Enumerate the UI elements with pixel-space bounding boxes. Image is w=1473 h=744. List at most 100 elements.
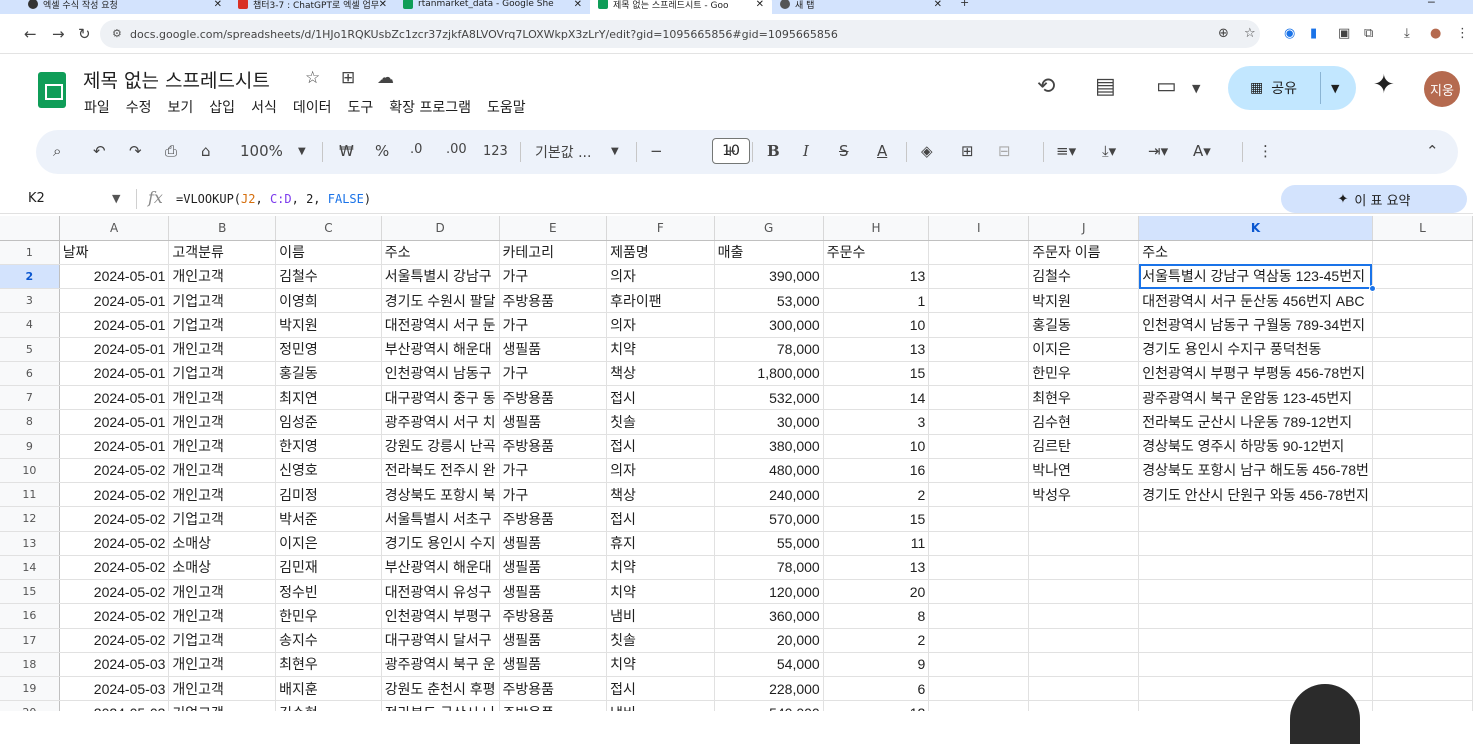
cell-e11[interactable]: 가구 <box>499 482 608 508</box>
browser-tab-2[interactable]: 챕터3-7 : ChatGPT로 엑셀 업무 ✕ <box>230 0 395 14</box>
column-header-f[interactable]: F <box>606 216 715 241</box>
summarize-table-button[interactable]: ✦ 이 표 요약 <box>1281 185 1467 213</box>
cell-b8[interactable]: 개인고객 <box>168 409 277 435</box>
site-info-icon[interactable]: ⚙ <box>112 27 122 40</box>
chevron-down-icon[interactable]: ▼ <box>1331 82 1339 95</box>
decrease-decimal-button[interactable]: .0 <box>410 142 422 157</box>
gemini-icon[interactable]: ✦ <box>1373 70 1395 100</box>
avatar[interactable]: 지웅 <box>1424 71 1460 107</box>
bookmark-star-icon[interactable]: ☆ <box>1244 26 1256 41</box>
doc-title[interactable]: 제목 없는 스프레드시트 <box>83 66 270 93</box>
cell-f16[interactable]: 냄비 <box>606 603 715 629</box>
browser-tab-5[interactable]: 새 탭 ✕ <box>772 0 950 14</box>
cell-j18[interactable] <box>1028 652 1140 678</box>
cell-l10[interactable] <box>1372 458 1473 484</box>
cell-l20[interactable] <box>1372 700 1473 711</box>
fill-handle[interactable] <box>1368 285 1376 292</box>
cell-d7[interactable]: 대구광역시 중구 동 <box>381 385 500 411</box>
row-header[interactable]: 6 <box>0 361 60 387</box>
cell-a6[interactable]: 2024-05-01 <box>59 361 170 387</box>
cell-h11[interactable]: 2 <box>823 482 930 508</box>
menu-view[interactable]: 보기 <box>168 97 194 117</box>
cell-d1[interactable]: 주소 <box>381 240 500 265</box>
strikethrough-icon[interactable]: S <box>839 142 849 160</box>
chevron-down-icon[interactable]: ▼ <box>611 146 619 157</box>
cell-f1[interactable]: 제품명 <box>606 240 715 265</box>
bold-icon[interactable]: B <box>767 142 780 160</box>
cell-i9[interactable] <box>928 434 1030 459</box>
cell-h1[interactable]: 주문수 <box>823 240 930 265</box>
cell-e1[interactable]: 카테고리 <box>499 240 608 265</box>
column-header-h[interactable]: H <box>823 216 930 241</box>
url-field[interactable]: ⚙ docs.google.com/spreadsheets/d/1HJo1RQ… <box>100 20 1260 48</box>
cell-h15[interactable]: 20 <box>823 579 930 605</box>
text-wrap-icon[interactable]: ⇥▾ <box>1148 142 1168 160</box>
cell-a18[interactable]: 2024-05-03 <box>59 652 170 678</box>
close-icon[interactable]: ✕ <box>379 0 387 10</box>
cell-h7[interactable]: 14 <box>823 385 930 411</box>
cell-i7[interactable] <box>928 385 1030 411</box>
cell-b10[interactable]: 개인고객 <box>168 458 277 484</box>
cell-b5[interactable]: 개인고객 <box>168 337 277 362</box>
meet-icon[interactable]: ▭ <box>1156 74 1177 99</box>
cell-b11[interactable]: 개인고객 <box>168 482 277 508</box>
increase-decimal-button[interactable]: .00 <box>446 142 467 157</box>
cell-e13[interactable]: 생필품 <box>499 531 608 556</box>
cell-d14[interactable]: 부산광역시 해운대 <box>381 555 500 581</box>
cell-e7[interactable]: 주방용품 <box>499 385 608 411</box>
cell-i4[interactable] <box>928 312 1030 338</box>
row-header[interactable]: 4 <box>0 312 60 338</box>
collapse-toolbar-icon[interactable]: ⌃ <box>1426 142 1439 160</box>
cell-k17[interactable] <box>1138 628 1373 653</box>
cell-d10[interactable]: 전라북도 전주시 완 <box>381 458 500 484</box>
close-icon[interactable]: ✕ <box>756 0 764 10</box>
cell-g4[interactable]: 300,000 <box>714 312 824 338</box>
cell-k13[interactable] <box>1138 531 1373 556</box>
cell-e6[interactable]: 가구 <box>499 361 608 387</box>
cell-a3[interactable]: 2024-05-01 <box>59 288 170 314</box>
zoom-select[interactable]: 100% <box>240 142 283 160</box>
cell-i11[interactable] <box>928 482 1030 508</box>
cell-e16[interactable]: 주방용품 <box>499 603 608 629</box>
row-header[interactable]: 12 <box>0 506 60 532</box>
cell-j14[interactable] <box>1028 555 1140 581</box>
cell-l11[interactable] <box>1372 482 1473 508</box>
cell-d8[interactable]: 광주광역시 서구 치 <box>381 409 500 435</box>
formula-input[interactable]: =VLOOKUP(J2, C:D, 2, FALSE) <box>176 192 371 206</box>
cell-j7[interactable]: 최현우 <box>1028 385 1140 411</box>
cell-e5[interactable]: 생필품 <box>499 337 608 362</box>
currency-format-button[interactable]: ₩ <box>339 142 354 160</box>
cell-b4[interactable]: 기업고객 <box>168 312 277 338</box>
cell-j15[interactable] <box>1028 579 1140 605</box>
cell-h18[interactable]: 9 <box>823 652 930 678</box>
row-header[interactable]: 18 <box>0 652 60 678</box>
cell-l19[interactable] <box>1372 676 1473 702</box>
cell-c14[interactable]: 김민재 <box>275 555 382 581</box>
cell-d12[interactable]: 서울특별시 서초구 <box>381 506 500 532</box>
cell-f20[interactable]: 냄비 <box>606 700 715 711</box>
cell-a16[interactable]: 2024-05-02 <box>59 603 170 629</box>
menu-insert[interactable]: 삽입 <box>209 97 235 117</box>
cell-j12[interactable] <box>1028 506 1140 532</box>
browser-tab-4[interactable]: 제목 없는 스프레드시트 - Goo ✕ <box>590 0 772 14</box>
cell-g2[interactable]: 390,000 <box>714 264 824 290</box>
cell-h13[interactable]: 11 <box>823 531 930 556</box>
column-header-d[interactable]: D <box>381 216 500 241</box>
move-folder-icon[interactable]: ⊞ <box>341 68 355 88</box>
cell-c2[interactable]: 김철수 <box>275 264 382 290</box>
row-header[interactable]: 19 <box>0 676 60 702</box>
cell-i16[interactable] <box>928 603 1030 629</box>
menu-file[interactable]: 파일 <box>84 97 110 117</box>
cell-e4[interactable]: 가구 <box>499 312 608 338</box>
cell-a1[interactable]: 날짜 <box>59 240 170 265</box>
cell-e10[interactable]: 가구 <box>499 458 608 484</box>
cell-l14[interactable] <box>1372 555 1473 581</box>
cell-f7[interactable]: 접시 <box>606 385 715 411</box>
close-icon[interactable]: ✕ <box>214 0 222 10</box>
cell-g1[interactable]: 매출 <box>714 240 824 265</box>
chevron-down-icon[interactable]: ▼ <box>112 192 120 205</box>
cell-b19[interactable]: 개인고객 <box>168 676 277 702</box>
cell-g16[interactable]: 360,000 <box>714 603 824 629</box>
cell-b14[interactable]: 소매상 <box>168 555 277 581</box>
cell-f5[interactable]: 치약 <box>606 337 715 362</box>
